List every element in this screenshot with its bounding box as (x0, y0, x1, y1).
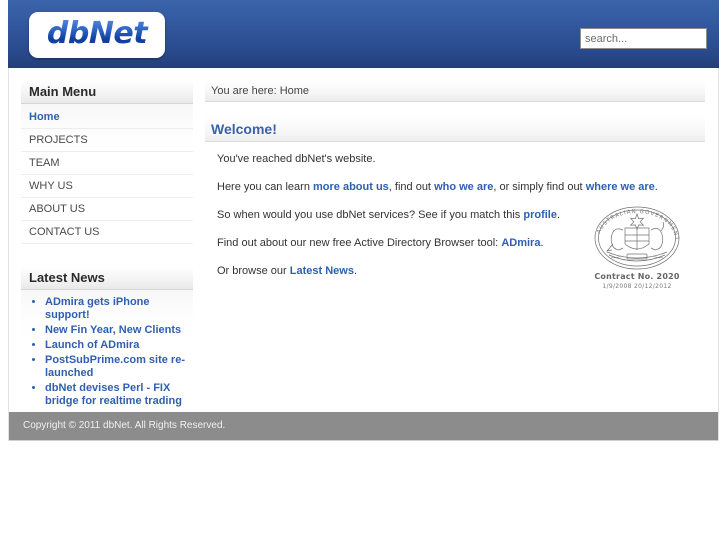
main-menu-body: Home PROJECTS TEAM WHY US ABOUT US CONTA… (21, 104, 193, 244)
module-main-menu: Main Menu Home PROJECTS TEAM WHY US ABOU… (21, 80, 193, 244)
seal-ring-text: AUSTRALIAN GOVERNMENT (596, 209, 678, 241)
page-blank-area (0, 441, 727, 545)
text-fragment: So when would you use dbNet services? Se… (217, 209, 524, 221)
latest-news-body: ADmira gets iPhone support! New Fin Year… (21, 290, 193, 420)
list-item[interactable]: dbNet devises Perl - FIX bridge for real… (45, 382, 187, 408)
sidebar-link-about-us[interactable]: ABOUT US (21, 198, 193, 220)
sidebar-link-projects[interactable]: PROJECTS (21, 129, 193, 151)
site-footer: Copyright © 2011 dbNet. All Rights Reser… (9, 412, 718, 441)
news-link-postsubprime[interactable]: PostSubPrime.com site re-launched (45, 354, 185, 379)
sidebar-item-team[interactable]: TEAM (21, 152, 193, 175)
sidebar-link-contact-us[interactable]: CONTACT US (21, 221, 193, 243)
link-where-we-are[interactable]: where we are (586, 181, 655, 193)
seal-contract-number: Contract No. 2020 (594, 272, 680, 281)
text-fragment: . (353, 265, 358, 277)
sidebar-item-why-us[interactable]: WHY US (21, 175, 193, 198)
list-item[interactable]: PostSubPrime.com site re-launched (45, 354, 187, 380)
paragraph-intro-text: You've reached dbNet's website. (217, 153, 376, 165)
government-seal-image: AUSTRALIAN GOVERNMENT Contract No. 2020 … (579, 204, 695, 304)
svg-text:AUSTRALIAN GOVERNMENT: AUSTRALIAN GOVERNMENT (596, 209, 679, 241)
logo-text: dbNet (29, 12, 165, 58)
link-who-we-are[interactable]: who we are (434, 181, 493, 193)
sidebar-link-team[interactable]: TEAM (21, 152, 193, 174)
text-fragment: , find out (388, 181, 435, 193)
article-body: You've reached dbNet's website. Here you… (205, 142, 705, 332)
text-fragment: , or simply find out (493, 181, 586, 193)
list-item[interactable]: Launch of ADmira (45, 339, 187, 352)
search-box[interactable] (580, 28, 707, 49)
text-fragment: Or browse our (217, 265, 290, 277)
link-profile[interactable]: profile (523, 209, 557, 221)
sidebar-item-about-us[interactable]: ABOUT US (21, 198, 193, 221)
text-fragment: . (556, 209, 561, 221)
sidebar-link-home[interactable]: Home (21, 106, 193, 128)
text-fragment: . (654, 181, 658, 193)
link-admira[interactable]: ADmira (501, 237, 540, 249)
logo[interactable]: dbNet (29, 12, 165, 58)
page-title: Welcome! (205, 116, 705, 142)
main-menu-list: Home PROJECTS TEAM WHY US ABOUT US CONTA… (21, 106, 193, 244)
copyright-text: Copyright © 2011 dbNet. All Rights Reser… (23, 420, 226, 431)
seal-contract-dates: 1/9/2008 20/12/2012 (602, 283, 672, 290)
article: Welcome! You've reached dbNet's website.… (205, 116, 705, 332)
paragraph-links: Here you can learn more about us, find o… (217, 180, 699, 194)
search-input[interactable] (580, 28, 707, 49)
news-link-new-fin-year[interactable]: New Fin Year, New Clients (45, 324, 181, 336)
sidebar-item-home[interactable]: Home (21, 106, 193, 129)
sidebar: Main Menu Home PROJECTS TEAM WHY US ABOU… (21, 80, 193, 442)
main-menu-title: Main Menu (21, 80, 193, 104)
link-more-about-us[interactable]: more about us (313, 181, 389, 193)
latest-news-list: ADmira gets iPhone support! New Fin Year… (21, 296, 193, 408)
paragraph-intro: You've reached dbNet's website. (217, 152, 699, 166)
breadcrumb: You are here: Home (205, 80, 705, 102)
text-fragment: Here you can learn (217, 181, 313, 193)
module-latest-news: Latest News ADmira gets iPhone support! … (21, 266, 193, 420)
news-link-launch-admira[interactable]: Launch of ADmira (45, 339, 139, 351)
main-content: You are here: Home Welcome! You've reach… (205, 80, 705, 332)
text-fragment: . (540, 237, 544, 249)
text-fragment: Find out about our new free Active Direc… (217, 237, 502, 249)
list-item[interactable]: New Fin Year, New Clients (45, 324, 187, 337)
sidebar-link-why-us[interactable]: WHY US (21, 175, 193, 197)
site-header: dbNet (8, 0, 719, 68)
news-link-perl-fix-bridge[interactable]: dbNet devises Perl - FIX bridge for real… (45, 382, 182, 407)
sidebar-item-contact-us[interactable]: CONTACT US (21, 221, 193, 244)
news-link-admira-iphone[interactable]: ADmira gets iPhone support! (45, 296, 150, 321)
list-item[interactable]: ADmira gets iPhone support! (45, 296, 187, 322)
sidebar-item-projects[interactable]: PROJECTS (21, 129, 193, 152)
body-area: Main Menu Home PROJECTS TEAM WHY US ABOU… (9, 68, 718, 420)
page-root: dbNet Main Menu Home PROJECTS (0, 0, 727, 545)
link-latest-news[interactable]: Latest News (290, 265, 354, 277)
latest-news-title: Latest News (21, 266, 193, 290)
